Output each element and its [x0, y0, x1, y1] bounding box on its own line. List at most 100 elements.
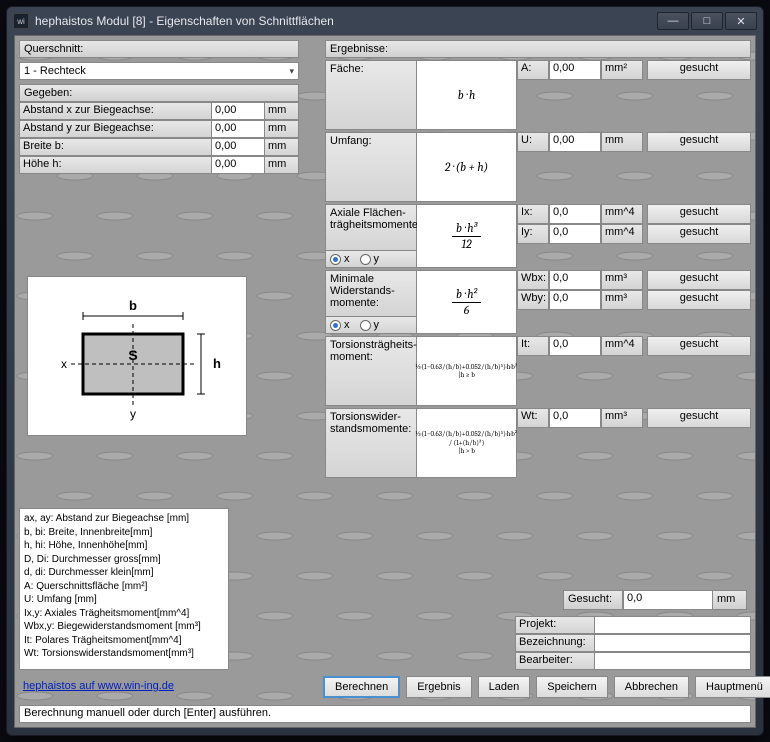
result-unit: mm³	[601, 290, 643, 310]
gegeben-label: Gegeben:	[19, 84, 299, 102]
gesucht-button[interactable]: gesucht	[647, 60, 751, 80]
result-value[interactable]: 0,00	[549, 60, 601, 80]
result-line: Wbx:0,0mm³gesucht	[517, 270, 751, 290]
input-label: Breite b:	[19, 138, 211, 156]
result-symbol: Ix:	[517, 204, 549, 224]
ergebnis-button[interactable]: Ergebnis	[406, 676, 471, 698]
formula-display: b · h²6	[417, 270, 517, 334]
gesucht-button[interactable]: gesucht	[647, 224, 751, 244]
maximize-button[interactable]: □	[691, 12, 723, 30]
input-value[interactable]: 0,00	[211, 102, 265, 120]
result-label: Torsionsträgheits- moment:	[325, 336, 417, 406]
radio-y[interactable]: y	[360, 253, 380, 265]
input-value[interactable]: 0,00	[211, 138, 265, 156]
ergebnisse-label: Ergebnisse:	[325, 40, 751, 58]
client-area: Querschnitt: 1 - Rechteck Gegeben: Absta…	[14, 35, 756, 728]
result-block: Fäche:b · hA:0,00mm²gesucht	[325, 60, 751, 130]
project-value[interactable]	[595, 652, 751, 670]
input-row: Abstand y zur Biegeachse:0,00mm	[19, 120, 299, 138]
formula-display: ⅓·(1−0.63/(h/b)+0.052/(h/b)⁵)·h·b² / (1+…	[417, 408, 517, 478]
result-symbol: Wt:	[517, 408, 549, 428]
window-title: hephaistos Modul [8] - Eigenschaften von…	[35, 14, 334, 28]
speichern-button[interactable]: Speichern	[536, 676, 608, 698]
gesucht-button[interactable]: gesucht	[647, 204, 751, 224]
project-row: Bearbeiter:	[515, 652, 751, 670]
radio-x[interactable]: x	[330, 253, 350, 265]
app-window: wi hephaistos Modul [8] - Eigenschaften …	[6, 6, 764, 736]
legend-line: It: Polares Trägheitsmoment[mm^4]	[24, 634, 224, 648]
legend-line: Wbx,y: Biegewiderstandsmoment [mm³]	[24, 620, 224, 634]
titlebar: wi hephaistos Modul [8] - Eigenschaften …	[7, 7, 763, 35]
legend-line: D, Di: Durchmesser gross[mm]	[24, 553, 224, 567]
input-value[interactable]: 0,00	[211, 120, 265, 138]
formula-display: b · h	[417, 60, 517, 130]
laden-button[interactable]: Laden	[478, 676, 531, 698]
result-symbol: A:	[517, 60, 549, 80]
berechnen-button[interactable]: Berechnen	[323, 676, 400, 698]
radio-label: x	[344, 253, 350, 265]
project-row: Projekt:	[515, 616, 751, 634]
axis-radios: xy	[325, 317, 417, 334]
project-label: Bezeichnung:	[515, 634, 595, 652]
gesucht-button[interactable]: gesucht	[647, 290, 751, 310]
result-value[interactable]: 0,0	[549, 290, 601, 310]
close-button[interactable]: ✕	[725, 12, 757, 30]
gesucht-value[interactable]: 0,0	[623, 590, 713, 610]
gesucht-label: Gesucht:	[563, 590, 623, 610]
result-line: Iy:0,0mm^4gesucht	[517, 224, 751, 244]
formula-display: 2 · (b + h)	[417, 132, 517, 202]
result-value[interactable]: 0,0	[549, 224, 601, 244]
result-label: Torsionswider- standsmomente:	[325, 408, 417, 478]
result-symbol: U:	[517, 132, 549, 152]
result-value[interactable]: 0,0	[549, 336, 601, 356]
radio-label: y	[374, 319, 380, 331]
result-unit: mm³	[601, 408, 643, 428]
radio-x[interactable]: x	[330, 319, 350, 331]
input-value[interactable]: 0,00	[211, 156, 265, 174]
input-unit: mm	[265, 156, 299, 174]
result-symbol: Wbx:	[517, 270, 549, 290]
legend-line: b, bi: Breite, Innenbreite[mm]	[24, 526, 224, 540]
input-row: Breite b:0,00mm	[19, 138, 299, 156]
abbrechen-button[interactable]: Abbrechen	[614, 676, 689, 698]
result-value[interactable]: 0,0	[549, 204, 601, 224]
result-unit: mm³	[601, 270, 643, 290]
result-block: Torsionsträgheits- moment:⅓·(1−0.63/(h/b…	[325, 336, 751, 406]
project-label: Projekt:	[515, 616, 595, 634]
querschnitt-value: 1 - Rechteck	[24, 65, 86, 77]
result-value[interactable]: 0,0	[549, 408, 601, 428]
project-value[interactable]	[595, 616, 751, 634]
minimize-button[interactable]: —	[657, 12, 689, 30]
result-unit: mm²	[601, 60, 643, 80]
project-value[interactable]	[595, 634, 751, 652]
legend-box: ax, ay: Abstand zur Biegeachse [mm]b, bi…	[19, 508, 229, 670]
result-block: Minimale Widerstands- momente:xyb · h²6W…	[325, 270, 751, 334]
result-value[interactable]: 0,0	[549, 270, 601, 290]
result-unit: mm^4	[601, 204, 643, 224]
result-unit: mm^4	[601, 224, 643, 244]
radio-dot-icon	[330, 320, 341, 331]
hauptmenu-button[interactable]: Hauptmenü	[695, 676, 770, 698]
input-unit: mm	[265, 120, 299, 138]
gesucht-button[interactable]: gesucht	[647, 132, 751, 152]
gesucht-button[interactable]: gesucht	[647, 408, 751, 428]
rectangle-diagram-svg: S x y b h	[37, 286, 237, 426]
website-link[interactable]: hephaistos auf www.win-ing.de	[23, 680, 174, 692]
formula-display: ⅓·(1−0.63/(h/b)+0.052/(h/b)⁵)·h·b³ |h ≥ …	[417, 336, 517, 406]
result-line: It:0,0mm^4gesucht	[517, 336, 751, 356]
legend-line: Wt: Torsionswiderstandsmoment[mm³]	[24, 647, 224, 661]
legend-line: A: Querschnittsfläche [mm²]	[24, 580, 224, 594]
result-symbol: It:	[517, 336, 549, 356]
project-block: Projekt:Bezeichnung:Bearbeiter:	[515, 616, 751, 670]
gesucht-button[interactable]: gesucht	[647, 270, 751, 290]
input-unit: mm	[265, 102, 299, 120]
result-value[interactable]: 0,00	[549, 132, 601, 152]
querschnitt-label: Querschnitt:	[19, 40, 299, 58]
radio-y[interactable]: y	[360, 319, 380, 331]
result-unit: mm	[601, 132, 643, 152]
legend-line: U: Umfang [mm]	[24, 593, 224, 607]
gesucht-button[interactable]: gesucht	[647, 336, 751, 356]
legend-line: d, di: Durchmesser klein[mm]	[24, 566, 224, 580]
input-label: Höhe h:	[19, 156, 211, 174]
querschnitt-combo[interactable]: 1 - Rechteck	[19, 62, 299, 80]
